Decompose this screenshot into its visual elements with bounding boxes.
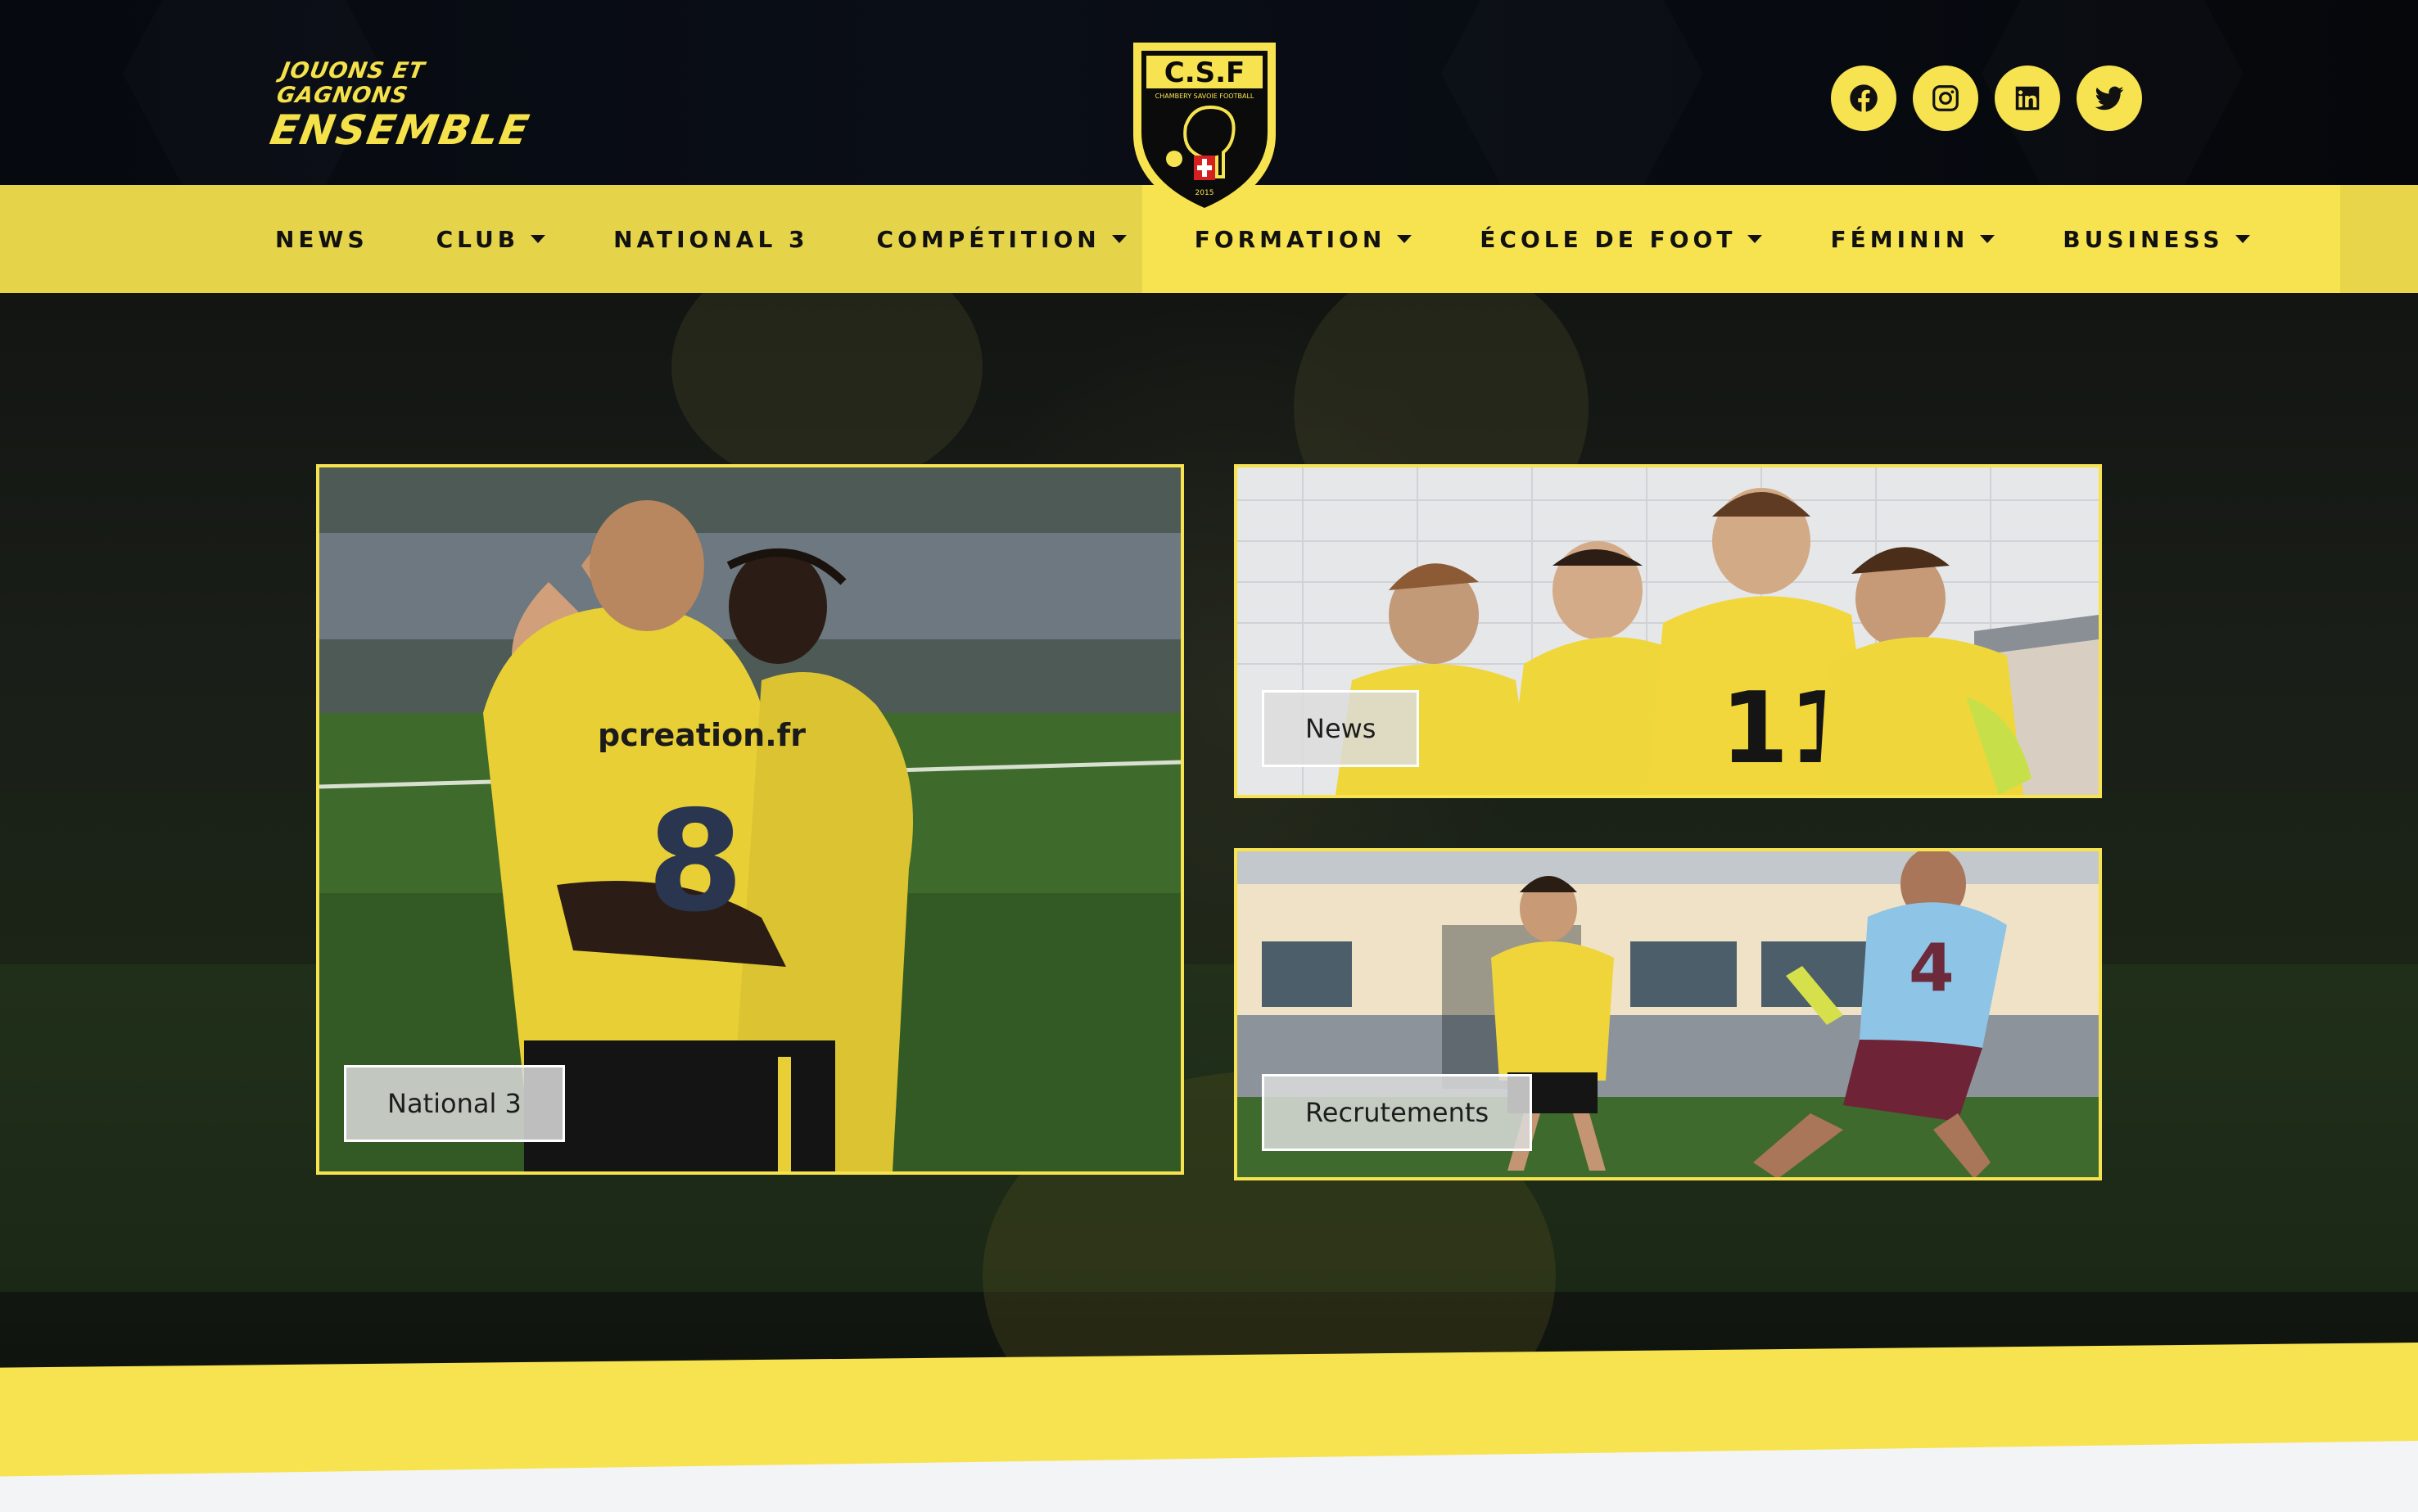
instagram-icon bbox=[1932, 85, 1959, 111]
jersey-number: 8 bbox=[647, 781, 743, 943]
club-crest-logo[interactable]: C.S.F CHAMBERY SAVOIE FOOTBALL 2015 bbox=[1128, 36, 1281, 221]
card-national-3[interactable]: pcreation.fr 8 National 3 bbox=[316, 464, 1184, 1175]
crest-year: 2015 bbox=[1195, 189, 1214, 197]
tagline-logo[interactable]: JOUONS ET GAGNONS ENSEMBLE bbox=[266, 58, 534, 154]
twitter-button[interactable] bbox=[2077, 65, 2142, 131]
card-recrutements[interactable]: 4 Recrutements bbox=[1234, 848, 2102, 1180]
nav-item-club[interactable]: CLUB bbox=[436, 226, 546, 253]
card-news[interactable]: 11 News bbox=[1234, 464, 2102, 798]
jersey-number: 4 bbox=[1909, 930, 1955, 1006]
tagline-small: JOUONS ET GAGNONS bbox=[274, 58, 427, 108]
facebook-icon bbox=[1850, 84, 1878, 112]
nav-item-news[interactable]: NEWS bbox=[275, 226, 368, 253]
background-hexagon bbox=[1441, 0, 1703, 196]
card-label-recrutements: Recrutements bbox=[1262, 1074, 1533, 1151]
crest-title: C.S.F bbox=[1164, 56, 1245, 89]
crest-subtitle: CHAMBERY SAVOIE FOOTBALL bbox=[1155, 93, 1254, 100]
facebook-button[interactable] bbox=[1831, 65, 1896, 131]
instagram-button[interactable] bbox=[1913, 65, 1978, 131]
nav-item-national-3[interactable]: NATIONAL 3 bbox=[613, 226, 808, 253]
caret-down-icon bbox=[531, 235, 546, 243]
caret-down-icon bbox=[1747, 235, 1763, 243]
nav-item-business[interactable]: BUSINESS bbox=[2063, 226, 2250, 253]
linkedin-button[interactable] bbox=[1995, 65, 2060, 131]
caret-down-icon bbox=[1397, 235, 1412, 243]
nav-item-competition[interactable]: COMPÉTITION bbox=[877, 226, 1127, 253]
jersey-sponsor-text: pcreation.fr bbox=[598, 717, 806, 753]
twitter-icon bbox=[2095, 86, 2124, 111]
card-label-news: News bbox=[1262, 690, 1420, 767]
next-section-background bbox=[0, 1482, 2418, 1512]
caret-down-icon bbox=[1111, 235, 1127, 243]
nav-item-formation[interactable]: FORMATION bbox=[1195, 226, 1412, 253]
nav-item-ecole-de-foot[interactable]: ÉCOLE DE FOOT bbox=[1480, 226, 1763, 253]
caret-down-icon bbox=[2235, 235, 2250, 243]
tagline-big: ENSEMBLE bbox=[266, 106, 534, 154]
linkedin-icon bbox=[2015, 86, 2040, 111]
nav-item-feminin[interactable]: FÉMININ bbox=[1830, 226, 1995, 253]
caret-down-icon bbox=[1980, 235, 1995, 243]
social-links bbox=[1831, 65, 2142, 131]
card-label-national-3: National 3 bbox=[344, 1065, 565, 1142]
